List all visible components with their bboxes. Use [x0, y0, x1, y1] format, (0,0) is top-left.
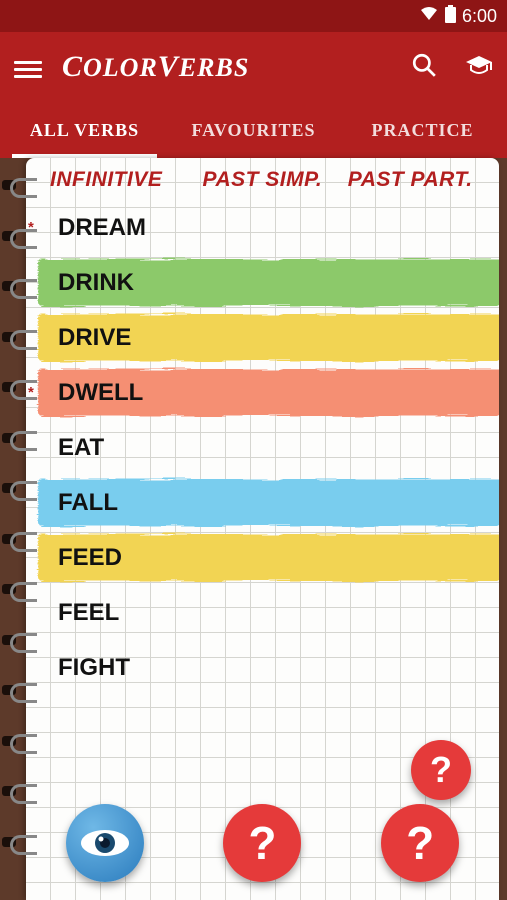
col-infinitive: INFINITIVE	[50, 168, 203, 192]
verb-row[interactable]: FEEL	[26, 585, 499, 640]
verb-label: DRIVE	[40, 324, 131, 352]
graduation-icon[interactable]	[465, 54, 493, 81]
help-fab-top[interactable]: ?	[411, 740, 471, 800]
tab-favourites[interactable]: FAVOURITES	[169, 102, 338, 158]
tab-practice[interactable]: PRACTICE	[338, 102, 507, 158]
status-time: 6:00	[462, 6, 497, 27]
help-fab-right[interactable]: ?	[381, 804, 459, 882]
col-past-simp: PAST SIMP.	[203, 168, 348, 192]
spiral-binding	[0, 170, 34, 900]
verb-row[interactable]: *DREAM	[26, 200, 499, 255]
verb-list[interactable]: *DREAM DRINK DRIVE *DWELL EAT FALL FEED FEEL FIG…	[26, 196, 499, 695]
search-icon[interactable]	[411, 52, 437, 83]
verb-row[interactable]: *DWELL	[26, 365, 499, 420]
verb-label: DRINK	[40, 269, 134, 297]
verb-row[interactable]: FALL	[26, 475, 499, 530]
help-fab-middle[interactable]: ?	[223, 804, 301, 882]
verb-label: EAT	[40, 434, 104, 462]
notebook-area: INFINITIVE PAST SIMP. PAST PART. *DREAMD…	[0, 158, 507, 900]
battery-icon	[445, 5, 456, 28]
verb-label: FALL	[40, 489, 118, 517]
verb-label: FIGHT	[40, 654, 130, 682]
page: INFINITIVE PAST SIMP. PAST PART. *DREAMD…	[26, 158, 499, 900]
app-title: ColorVerbs	[62, 50, 411, 84]
tabs-bar: ALL VERBS FAVOURITES PRACTICE	[0, 102, 507, 158]
verb-label: DWELL	[40, 379, 143, 407]
verb-row[interactable]: DRINK	[26, 255, 499, 310]
verb-row[interactable]: DRIVE	[26, 310, 499, 365]
verb-row[interactable]: FEED	[26, 530, 499, 585]
col-past-part: PAST PART.	[348, 168, 493, 192]
status-bar: 6:00	[0, 0, 507, 32]
verb-label: FEED	[40, 544, 122, 572]
verb-row[interactable]: FIGHT	[26, 640, 499, 695]
tab-all-verbs[interactable]: ALL VERBS	[0, 102, 169, 158]
app-header: ColorVerbs	[0, 32, 507, 102]
eye-fab[interactable]	[66, 804, 144, 882]
verb-label: DREAM	[40, 214, 146, 242]
verb-label: FEEL	[40, 599, 119, 627]
verb-row[interactable]: EAT	[26, 420, 499, 475]
wifi-icon	[419, 6, 439, 27]
column-headers: INFINITIVE PAST SIMP. PAST PART.	[26, 158, 499, 196]
fab-row: ? ?	[26, 798, 499, 888]
menu-icon[interactable]	[14, 57, 42, 77]
